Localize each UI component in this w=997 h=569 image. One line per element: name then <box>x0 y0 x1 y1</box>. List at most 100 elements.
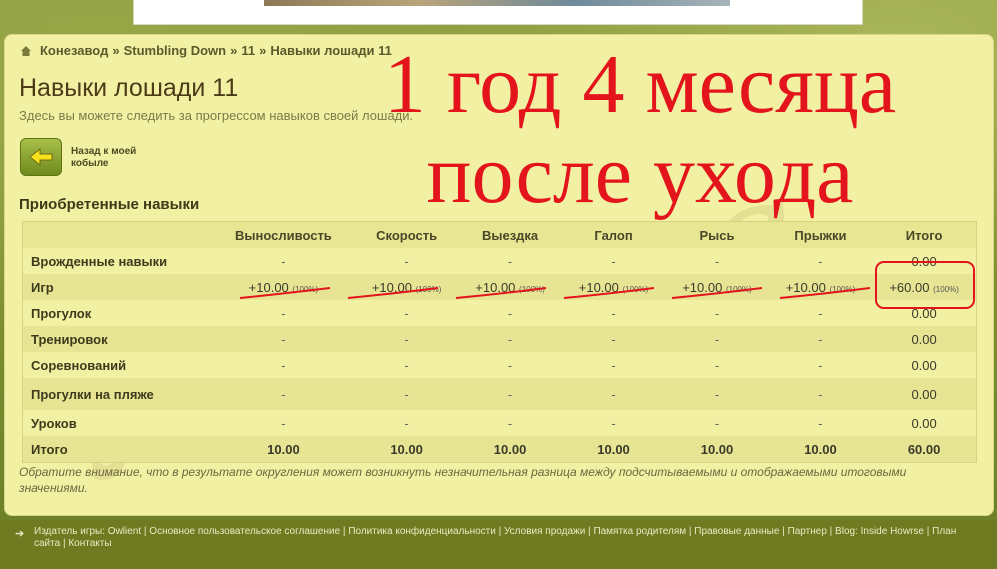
table-cell: - <box>458 300 562 326</box>
col-header: Рысь <box>665 221 769 248</box>
table-row: Игр +10.00 (100%) +10.00 (100%) +10.00 (… <box>22 274 977 300</box>
table-cell: - <box>458 326 562 352</box>
breadcrumb-sep: » <box>112 43 120 58</box>
table-cell: - <box>768 378 873 410</box>
row-total: 60.00 <box>872 436 977 463</box>
footer-link[interactable]: Blog: Inside Howrse <box>835 526 924 537</box>
table-cell: - <box>768 326 873 352</box>
breadcrumb-item-owner[interactable]: Stumbling Down <box>124 43 227 58</box>
row-label: Итого <box>22 436 212 463</box>
table-cell: +10.00 (100%) <box>212 274 355 300</box>
breadcrumb-item-skills[interactable]: Навыки лошади 11 <box>270 43 392 58</box>
section-title: Приобретенные навыки <box>19 196 200 213</box>
footer-link[interactable]: Контакты <box>68 538 111 549</box>
breadcrumb-sep: » <box>259 43 267 58</box>
row-label: Врожденные навыки <box>22 248 212 274</box>
footer-link[interactable]: Основное пользовательское соглашение <box>149 526 340 537</box>
page-subtitle: Здесь вы можете следить за прогрессом на… <box>19 108 414 123</box>
cell-pct: (100%) <box>415 284 442 294</box>
table-cell: - <box>212 326 355 352</box>
col-header: Итого <box>872 221 977 248</box>
home-icon[interactable] <box>20 45 32 57</box>
banner-image <box>264 0 730 6</box>
row-label: Прогулки на пляже <box>22 378 212 410</box>
table-cell: 10.00 <box>768 436 873 463</box>
footer-link[interactable]: Памятка родителям <box>593 526 686 537</box>
col-header: Выносливость <box>212 221 355 248</box>
row-total: 0.00 <box>872 326 977 352</box>
table-cell: - <box>458 352 562 378</box>
col-header: Галоп <box>561 221 666 248</box>
col-header: Выездка <box>458 221 562 248</box>
row-total: 0.00 <box>872 352 977 378</box>
footer-link[interactable]: Условия продажи <box>504 526 585 537</box>
table-cell: - <box>212 410 355 436</box>
table-cell: - <box>665 326 769 352</box>
row-total: 0.00 <box>872 300 977 326</box>
table-row: Тренировок - - - - - - 0.00 <box>22 326 977 352</box>
table-cell: - <box>665 378 769 410</box>
table-row: Уроков - - - - - - 0.00 <box>22 410 977 436</box>
cell-value: +60.00 <box>889 279 930 295</box>
cell-pct: (100%) <box>933 284 959 294</box>
table-row-total: Итого 10.00 10.00 10.00 10.00 10.00 10.0… <box>22 436 977 463</box>
table-cell: - <box>768 300 873 326</box>
cell-pct: (100%) <box>622 284 649 294</box>
table-row: Соревнований - - - - - - 0.00 <box>22 352 977 378</box>
footer-link[interactable]: Партнер <box>788 526 827 537</box>
table-cell: - <box>354 410 459 436</box>
cell-pct: (100%) <box>829 284 856 294</box>
table-cell: - <box>458 378 562 410</box>
row-total: 0.00 <box>872 248 977 274</box>
footer-link[interactable]: Правовые данные <box>694 526 779 537</box>
table-cell: +10.00 (100%) <box>561 274 666 300</box>
table-cell: - <box>665 410 769 436</box>
back-link-label[interactable]: Назад к моей кобыле <box>71 146 161 170</box>
table-cell: - <box>354 378 459 410</box>
footer-links: Издатель игры: Owlient | Основное пользо… <box>34 526 957 549</box>
table-cell: - <box>354 300 459 326</box>
row-total: 0.00 <box>872 410 977 436</box>
breadcrumb-item-stud[interactable]: Конезавод <box>40 43 108 58</box>
cell-value: +10.00 <box>248 279 289 295</box>
cell-value: +10.00 <box>682 279 723 295</box>
table-cell: - <box>561 410 666 436</box>
table-cell: - <box>561 378 666 410</box>
row-label: Игр <box>22 274 212 300</box>
table-cell: - <box>561 248 666 274</box>
table-cell: - <box>768 352 873 378</box>
table-row: Врожденные навыки - - - - - - 0.00 <box>22 248 977 274</box>
table-cell: - <box>665 352 769 378</box>
table-row: Прогулок - - - - - - 0.00 <box>22 300 977 326</box>
table-cell: +10.00 (100%) <box>354 274 459 300</box>
table-row: Прогулки на пляже - - - - - - 0.00 <box>22 378 977 410</box>
table-cell: - <box>561 326 666 352</box>
row-label: Соревнований <box>22 352 212 378</box>
table-cell: 10.00 <box>354 436 459 463</box>
cell-value: +10.00 <box>578 279 619 295</box>
footer-link[interactable]: Издатель игры: Owlient <box>34 526 141 537</box>
table-cell: - <box>354 248 459 274</box>
back-button[interactable] <box>20 138 62 176</box>
footer-link[interactable]: Политика конфиденциальности <box>348 526 496 537</box>
cell-value: +10.00 <box>475 279 516 295</box>
table-cell: - <box>768 248 873 274</box>
col-header <box>22 221 212 248</box>
breadcrumb-item-horse[interactable]: 11 <box>241 43 255 58</box>
table-cell: - <box>458 248 562 274</box>
page-title: Навыки лошади 11 <box>19 74 239 102</box>
table-cell: - <box>354 326 459 352</box>
table-cell: - <box>212 378 355 410</box>
table-cell: - <box>561 352 666 378</box>
cell-pct: (100%) <box>519 284 545 294</box>
table-cell: 10.00 <box>458 436 562 463</box>
table-cell: - <box>354 352 459 378</box>
row-label: Тренировок <box>22 326 212 352</box>
row-total: 0.00 <box>872 378 977 410</box>
table-header-row: Выносливость Скорость Выездка Галоп Рысь… <box>22 221 977 248</box>
table-cell: 10.00 <box>212 436 355 463</box>
table-cell: +10.00 (100%) <box>665 274 769 300</box>
table-cell: +10.00 (100%) <box>458 274 562 300</box>
table-cell: - <box>212 248 355 274</box>
top-banner[interactable] <box>133 0 863 25</box>
